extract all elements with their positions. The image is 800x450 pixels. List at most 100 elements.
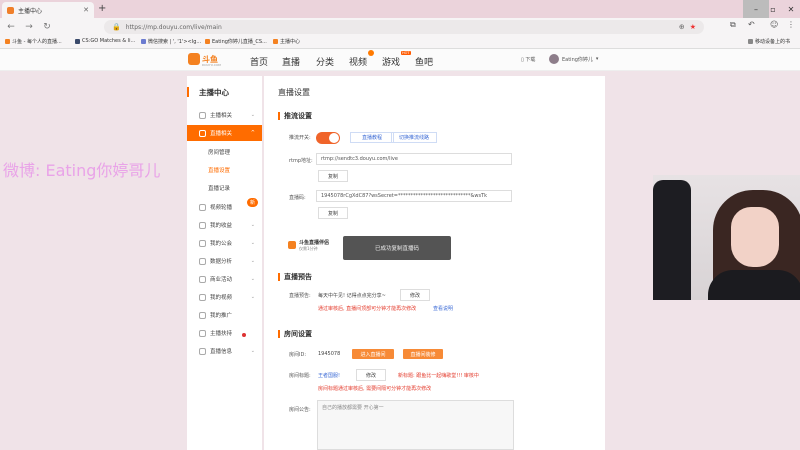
window-close-icon[interactable]: ✕ [778, 0, 800, 18]
sidebar-item-income[interactable]: 我的收益 ⌄ [187, 217, 262, 233]
bookmark-item[interactable]: 主播中心 [273, 38, 300, 45]
enter-room-button[interactable]: 进入直播间 [352, 349, 394, 359]
user-menu[interactable]: Eating你婷儿 ▾ [549, 54, 598, 64]
download-link[interactable]: ▯ 下载 [521, 56, 535, 63]
sidebar-item-live-info[interactable]: 直播信息 ⌄ [187, 343, 262, 359]
room-decor-button[interactable]: 直播间装修 [403, 349, 443, 359]
sidebar-item-guild[interactable]: 我的公会 ⌄ [187, 235, 262, 251]
announcement-textarea[interactable]: 自己的播放都需要 开心第一 [317, 400, 514, 450]
nav-badge-dot [368, 50, 374, 56]
sidebar-item-my-videos[interactable]: 我的视频 ⌄ [187, 289, 262, 305]
douyu-favicon-icon [7, 6, 14, 14]
notice-value: 每天中午见! 记得点点完分享~ [318, 293, 386, 299]
sidebar-sub-live-records[interactable]: 直播记录 [208, 184, 230, 192]
nav-category[interactable]: 分类 [316, 55, 334, 68]
section-stream: 推流设置 [278, 112, 312, 120]
room-title-value: 王者国服! [318, 373, 341, 379]
bookmark-star-icon[interactable]: ★ [690, 23, 696, 31]
section-room: 房间设置 [278, 330, 312, 338]
sidebar-item-analytics[interactable]: 数据分析 ⌄ [187, 253, 262, 269]
nav-game[interactable]: 游戏 [382, 55, 400, 68]
tab-title: 主播中心 [18, 7, 43, 15]
business-icon [199, 275, 206, 283]
douyu-fish-icon [188, 53, 200, 65]
address-bar-row: ← → ↻ 🔒 https://mp.douyu.com/live/main ⊕… [0, 18, 800, 36]
omnibox[interactable]: 🔒 https://mp.douyu.com/live/main ⊕ ★ [104, 20, 704, 34]
douyu-icon [205, 39, 210, 44]
rtmp-label: rtmp地址: [289, 158, 313, 164]
tab-close-icon[interactable]: ✕ [83, 6, 89, 14]
hltv-icon [75, 38, 80, 44]
menu-dots-icon[interactable]: ⋮ [787, 20, 795, 29]
companion-promo[interactable]: 斗鱼直播伴侣 仅需1分钟 [288, 234, 348, 256]
switch-line-link[interactable]: 切换推流线路 [391, 132, 437, 143]
bookmark-item[interactable]: Eating你婷儿直播_CS... [205, 38, 267, 45]
copy-rtmp-button[interactable]: 复制 [318, 170, 348, 182]
douyu-icon [273, 39, 278, 44]
chevron-icon: ⌄ [250, 348, 255, 354]
reload-icon[interactable]: ↻ [42, 22, 52, 32]
nav-home[interactable]: 首页 [250, 55, 268, 68]
sidebar-sub-live-settings[interactable]: 直播设置 [208, 166, 230, 174]
chevron-icon: ⌄ [250, 222, 255, 228]
sidebar-item-anchor[interactable]: 主播相关 ⌄ [187, 107, 262, 123]
edit-title-button[interactable]: 修改 [356, 369, 386, 381]
live-icon [199, 129, 206, 137]
douyu-icon [5, 39, 10, 44]
sidebar-item-business[interactable]: 商业活动 ⌄ [187, 271, 262, 287]
translate-icon[interactable]: ⊕ [679, 23, 685, 31]
logo-subtext: DOUYU.COM [202, 63, 221, 67]
companion-app-icon [288, 241, 296, 249]
gaming-chair [653, 180, 691, 300]
bookmark-item[interactable]: 微信搜索 | ', '1'><Ig... [141, 38, 201, 45]
edit-notice-button[interactable]: 修改 [400, 289, 430, 301]
rtmp-input[interactable]: rtmp://sendtc3.douyu.com/live [316, 153, 512, 165]
search-icon [141, 39, 146, 44]
notice-warning: 通过审核后, 直播间顶部可分钟才能再次修改 [318, 306, 417, 312]
room-title-warning: 房间标题通过审核后, 需要间隔可分钟才能再次修改 [318, 386, 432, 392]
sidebar-item-live[interactable]: 直播相关 ^ [187, 125, 262, 141]
extension-icon[interactable]: ⧉ [730, 20, 736, 30]
browser-tab[interactable]: 主播中心 ✕ [2, 2, 94, 18]
room-title-label: 房间标题: [289, 373, 311, 379]
stream-code-label: 直播码: [289, 195, 306, 201]
bookmark-item[interactable]: CS:GO Matches & li... [75, 38, 135, 44]
nav-fishbar[interactable]: 鱼吧 [415, 55, 433, 68]
stream-code-input[interactable]: 1945078rCgXdC87?wsSecret=***************… [316, 190, 512, 202]
wallet-icon [199, 221, 206, 229]
stream-toggle[interactable] [316, 132, 340, 144]
douyu-logo[interactable]: 斗鱼 DOUYU.COM [188, 53, 221, 67]
new-tab-icon[interactable]: + [98, 3, 106, 15]
notice-label: 直播预告: [289, 293, 311, 299]
copy-code-button[interactable]: 复制 [318, 207, 348, 219]
sidebar-item-support[interactable]: 主播扶持 [187, 325, 262, 341]
chevron-icon: ⌄ [250, 240, 255, 246]
url-text[interactable]: https://mp.douyu.com/live/main [126, 24, 674, 31]
chevron-icon: ⌄ [250, 276, 255, 282]
webcam-overlay [653, 175, 800, 300]
sidebar-item-promotion[interactable]: 我的推广 [187, 307, 262, 323]
promotion-icon [199, 311, 206, 319]
sidebar-sub-room-manage[interactable]: 房间管理 [208, 148, 230, 156]
bookmark-item[interactable]: 斗鱼 - 每个人的直播... [5, 38, 62, 45]
profile-icon[interactable]: ☺ [770, 20, 778, 29]
chart-icon [199, 257, 206, 265]
weibo-watermark: 微博: Eating你婷哥儿 [3, 161, 161, 180]
notice-help-link[interactable]: 查看说明 [433, 305, 453, 312]
sidebar: 主播中心 主播相关 ⌄ 直播相关 ^ 房间管理 直播设置 直播记录 视频轮播 我的收… [187, 76, 262, 450]
lock-icon: 🔒 [112, 23, 121, 31]
tutorial-link[interactable]: 直播教程 [350, 132, 394, 143]
forward-icon[interactable]: → [24, 22, 34, 32]
title-accent [187, 87, 189, 97]
page-title: 直播设置 [278, 88, 310, 97]
browser-tab-bar: 主播中心 ✕ + – ▫ ✕ [0, 0, 800, 18]
stream-switch-label: 推流开关: [289, 135, 311, 141]
nav-live[interactable]: 直播 [282, 55, 300, 68]
hot-badge: HOT [401, 51, 411, 55]
history-icon[interactable]: ↶ [748, 20, 755, 29]
nav-video[interactable]: 视频 [349, 55, 367, 68]
room-id-value: 1945078 [318, 351, 341, 357]
bookmark-item-mobile[interactable]: 移动设备上的书 [748, 38, 790, 45]
promo-title: 斗鱼直播伴侣 [299, 239, 330, 246]
back-icon[interactable]: ← [6, 22, 16, 32]
